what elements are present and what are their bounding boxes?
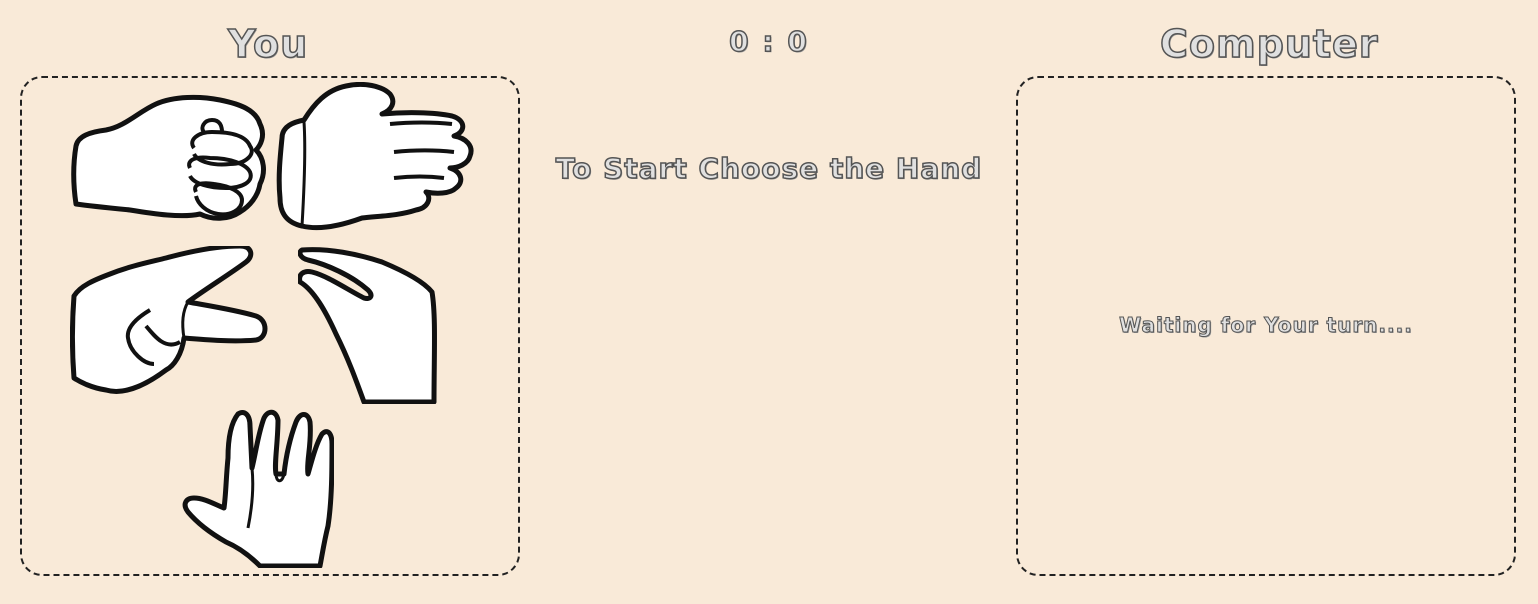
scissors-hand-icon [70, 246, 268, 394]
player-hand-panel [20, 76, 520, 576]
computer-title: Computer [1159, 21, 1379, 67]
scissors-hand-button[interactable] [70, 246, 270, 398]
computer-status-text: Waiting for Your turn.... [1119, 313, 1413, 338]
paper-hand-button[interactable] [274, 82, 474, 234]
rock-hand-icon [71, 94, 266, 221]
computer-hand-panel: Waiting for Your turn.... [1016, 76, 1516, 576]
lizard-hand-icon [298, 247, 437, 404]
lizard-hand-button[interactable] [298, 246, 438, 404]
spock-hand-button[interactable] [182, 408, 334, 568]
paper-hand-icon [276, 82, 474, 231]
spock-hand-icon [182, 409, 334, 568]
rock-hand-button[interactable] [70, 88, 268, 226]
